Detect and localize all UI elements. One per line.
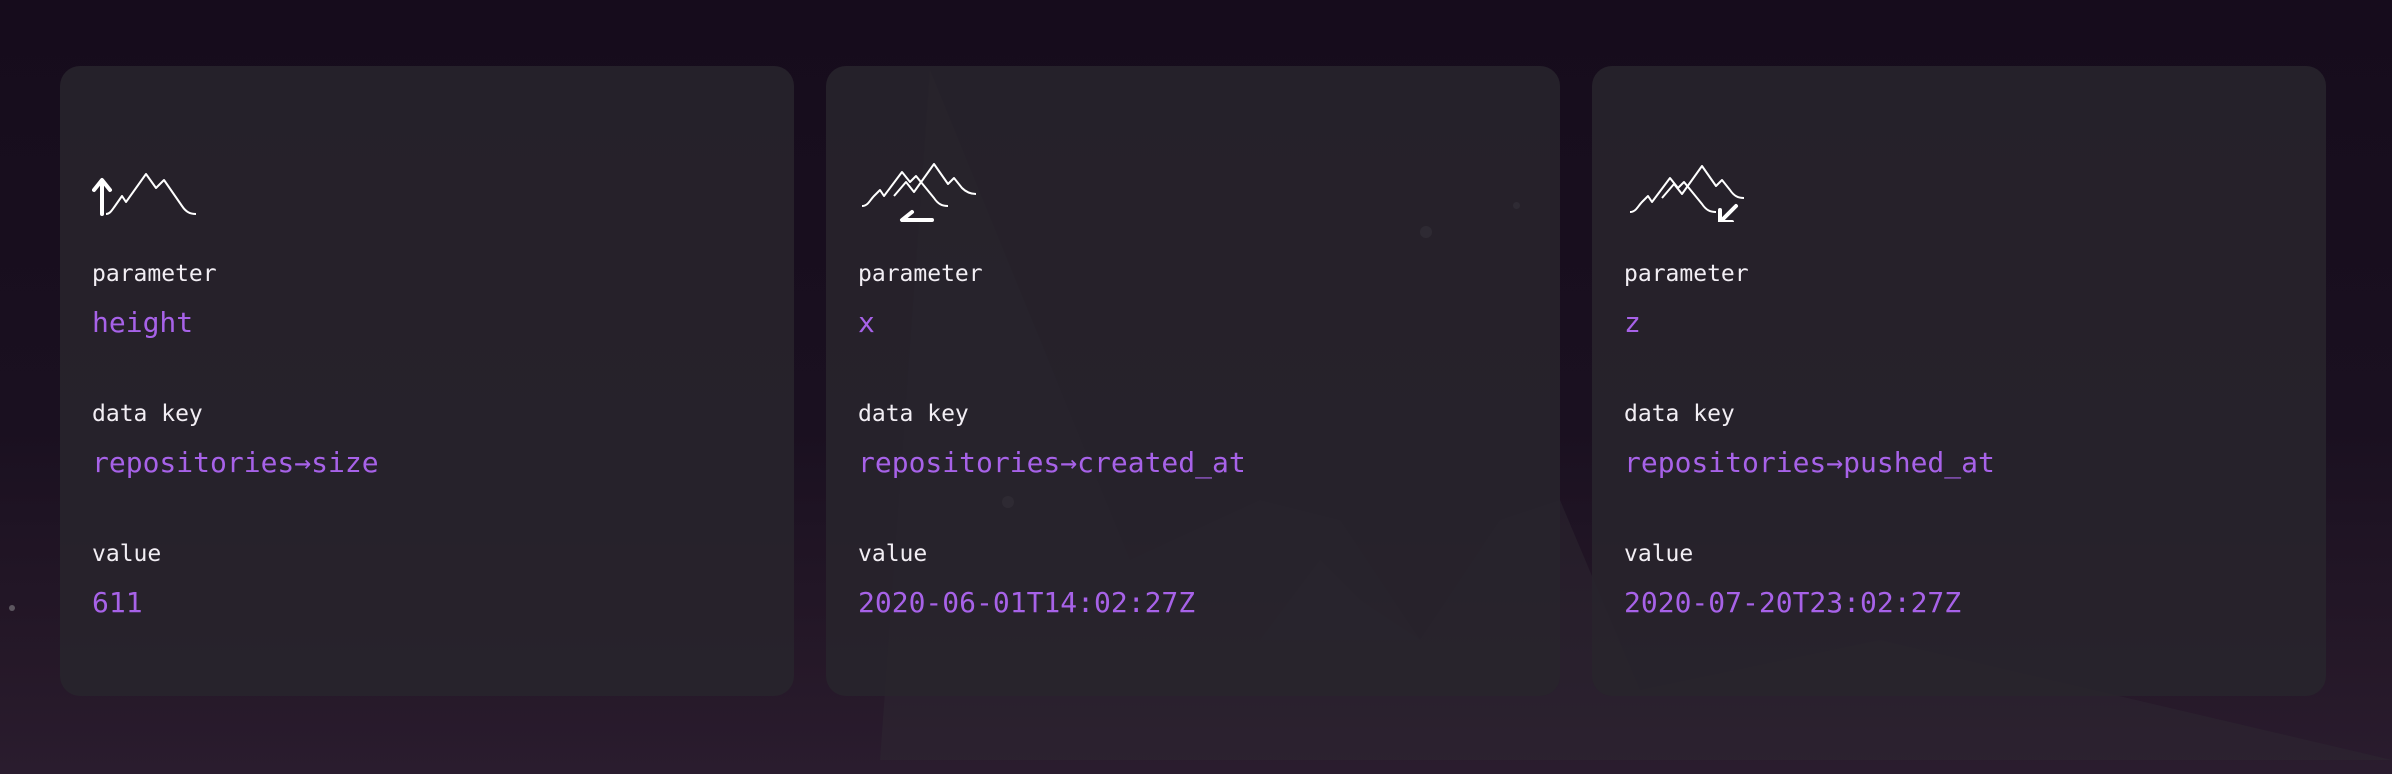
parameter-value: z xyxy=(1624,306,1641,339)
value-label: value xyxy=(92,541,162,567)
data-key-label: data key xyxy=(1624,401,1735,427)
mountain-down-left-arrow-icon xyxy=(1629,165,1745,222)
parameter-card-height: parameter height data key repositories→s… xyxy=(60,66,794,696)
data-key-label: data key xyxy=(858,401,969,427)
value-value: 611 xyxy=(92,586,143,619)
value-value: 2020-06-01T14:02:27Z xyxy=(858,586,1196,619)
data-key-value: repositories→pushed_at xyxy=(1624,446,1995,479)
parameter-label: parameter xyxy=(92,261,217,287)
parameter-label: parameter xyxy=(858,261,983,287)
data-key-label: data key xyxy=(92,401,203,427)
parameter-value: height xyxy=(92,306,194,339)
mountain-up-arrow-icon xyxy=(92,173,197,216)
data-key-value: repositories→size xyxy=(92,446,379,479)
value-label: value xyxy=(1624,541,1694,567)
mountain-left-arrow-icon xyxy=(861,163,977,222)
parameter-card-z: parameter z data key repositories→pushed… xyxy=(1592,66,2326,696)
parameter-value: x xyxy=(858,306,875,339)
value-value: 2020-07-20T23:02:27Z xyxy=(1624,586,1962,619)
value-label: value xyxy=(858,541,928,567)
parameter-label: parameter xyxy=(1624,261,1749,287)
parameter-card-x: parameter x data key repositories→create… xyxy=(826,66,1560,696)
background-star xyxy=(9,605,15,611)
data-key-value: repositories→created_at xyxy=(858,446,1246,479)
